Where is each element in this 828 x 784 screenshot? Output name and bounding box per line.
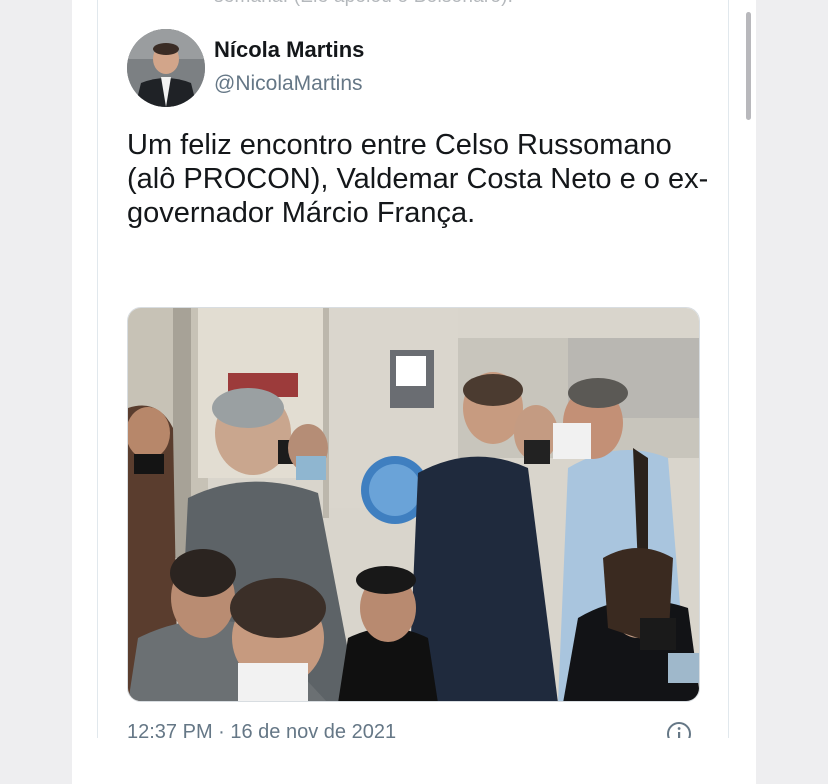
previous-tweet-text: semana. (Ele apoiou o Bolsonaro). [214, 0, 513, 8]
info-icon[interactable] [666, 721, 692, 738]
tweet-text: Um feliz encontro entre Celso Russomano … [127, 129, 709, 229]
avatar[interactable] [127, 29, 205, 107]
tweet-timestamp[interactable]: 12:37 PM · 16 de nov de 2021 [127, 718, 396, 738]
bottom-card-strip [72, 738, 756, 784]
author-handle[interactable]: @NicolaMartins [214, 72, 363, 96]
scrollbar[interactable] [746, 12, 751, 120]
tweet-photo[interactable] [127, 307, 700, 702]
author-name[interactable]: Nícola Martins [214, 37, 364, 63]
